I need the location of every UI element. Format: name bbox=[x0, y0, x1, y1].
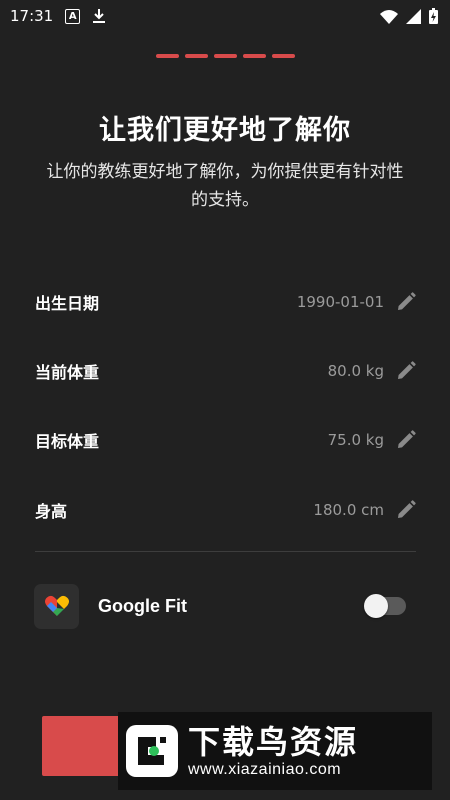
field-label: 出生日期 bbox=[35, 294, 100, 313]
pencil-icon[interactable] bbox=[396, 361, 416, 381]
field-height[interactable]: 身高 180.0 cm bbox=[35, 490, 416, 530]
progress-step bbox=[242, 54, 266, 58]
toggle-knob bbox=[364, 594, 388, 618]
google-fit-label: Google Fit bbox=[98, 595, 187, 616]
watermark-text: 下载鸟资源 www.xiazainiao.com bbox=[188, 723, 358, 779]
google-fit-heart-icon bbox=[34, 583, 79, 629]
pencil-icon[interactable] bbox=[396, 292, 416, 312]
field-current-weight[interactable]: 当前体重 80.0 kg bbox=[35, 351, 416, 391]
progress-step bbox=[155, 54, 179, 58]
watermark-title: 下载鸟资源 bbox=[188, 723, 359, 761]
field-label: 身高 bbox=[35, 502, 68, 521]
status-right bbox=[380, 8, 438, 24]
progress-step bbox=[271, 54, 295, 58]
google-fit-toggle[interactable] bbox=[364, 594, 406, 618]
watermark-url: www.xiazainiao.com bbox=[188, 761, 342, 778]
status-left: 17:31 A bbox=[10, 7, 106, 25]
field-value-group: 1990-01-01 bbox=[297, 292, 416, 312]
cellular-icon bbox=[406, 8, 421, 24]
wifi-icon bbox=[380, 9, 398, 24]
progress-indicator bbox=[0, 54, 450, 58]
battery-icon bbox=[429, 8, 438, 24]
status-time: 17:31 bbox=[10, 7, 54, 25]
divider bbox=[35, 551, 416, 552]
field-label: 当前体重 bbox=[35, 363, 100, 382]
field-target-weight[interactable]: 目标体重 75.0 kg bbox=[35, 420, 416, 460]
field-label: 目标体重 bbox=[35, 432, 100, 451]
pencil-icon[interactable] bbox=[396, 500, 416, 520]
field-value: 180.0 cm bbox=[313, 501, 384, 519]
progress-step bbox=[184, 54, 208, 58]
pencil-icon[interactable] bbox=[396, 430, 416, 450]
next-button[interactable] bbox=[42, 716, 128, 776]
status-bar: 17:31 A bbox=[0, 0, 450, 32]
field-value-group: 75.0 kg bbox=[328, 430, 416, 450]
google-fit-row: Google Fit bbox=[34, 583, 406, 629]
keyboard-a-icon: A bbox=[65, 8, 81, 24]
watermark: 下载鸟资源 www.xiazainiao.com bbox=[118, 712, 432, 790]
progress-step bbox=[213, 54, 237, 58]
field-birth-date[interactable]: 出生日期 1990-01-01 bbox=[35, 282, 416, 322]
watermark-logo-icon bbox=[126, 725, 178, 777]
field-value-group: 180.0 cm bbox=[313, 500, 416, 520]
page-subtitle: 让你的教练更好地了解你，为你提供更有针对性的支持。 bbox=[46, 162, 404, 210]
field-value-group: 80.0 kg bbox=[328, 361, 416, 381]
field-value: 75.0 kg bbox=[327, 431, 384, 449]
page-title: 让我们更好地了解你 bbox=[99, 115, 351, 146]
field-value: 1990-01-01 bbox=[296, 293, 384, 311]
field-value: 80.0 kg bbox=[327, 362, 384, 380]
download-icon bbox=[92, 8, 106, 24]
